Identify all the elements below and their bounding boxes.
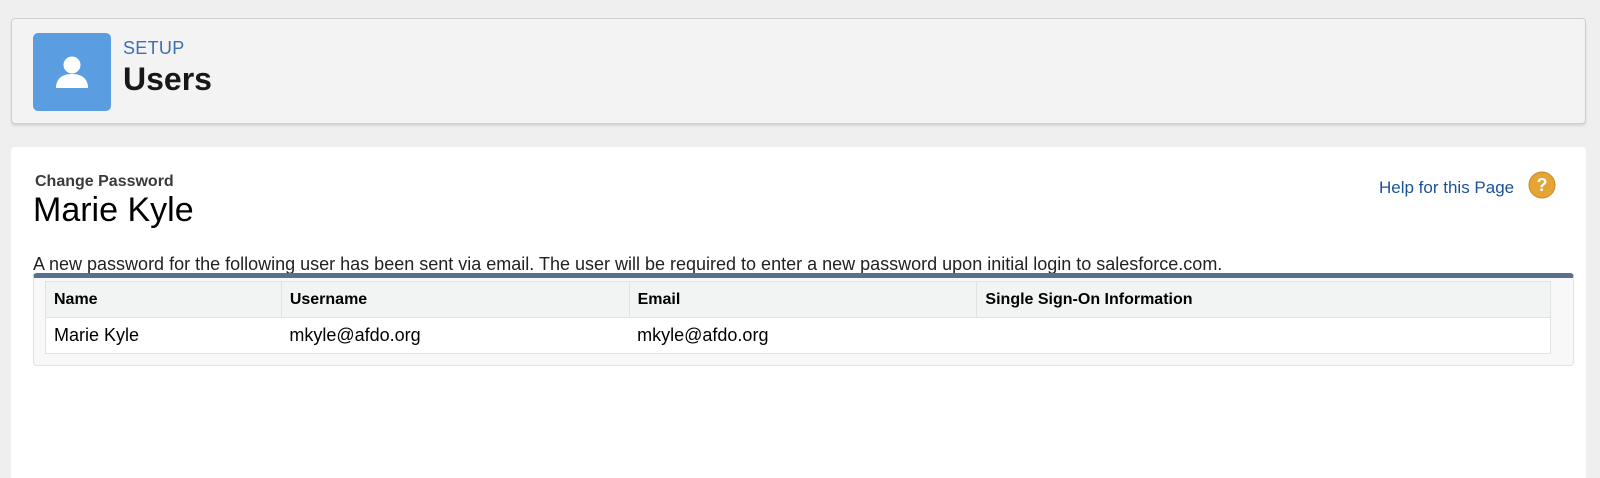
cell-sso xyxy=(976,317,1551,354)
cell-email: mkyle@afdo.org xyxy=(629,317,977,354)
table-header-row: Name Username Email Single Sign-On Infor… xyxy=(45,281,1551,318)
page-title: Users xyxy=(123,61,212,97)
column-header-email: Email xyxy=(628,281,978,318)
cell-username: mkyle@afdo.org xyxy=(281,317,630,354)
column-header-sso: Single Sign-On Information xyxy=(976,281,1551,318)
confirmation-message: A new password for the following user ha… xyxy=(33,254,1223,274)
main-content: Change Password Marie Kyle Help for this… xyxy=(11,147,1586,478)
header-eyebrow: SETUP xyxy=(123,38,185,58)
user-name-heading: Marie Kyle xyxy=(33,191,194,229)
users-table: Name Username Email Single Sign-On Infor… xyxy=(45,281,1551,354)
svg-text:?: ? xyxy=(1537,175,1548,195)
column-header-name: Name xyxy=(45,281,282,318)
page: SETUP Users Change Password Marie Kyle H… xyxy=(0,0,1600,478)
cell-name: Marie Kyle xyxy=(45,317,282,354)
page-header: SETUP Users xyxy=(11,18,1586,124)
user-icon xyxy=(33,33,111,111)
user-list-block: Name Username Email Single Sign-On Infor… xyxy=(33,273,1574,366)
column-header-username: Username xyxy=(280,281,630,318)
table-row: Marie Kyle mkyle@afdo.org mkyle@afdo.org xyxy=(45,317,1551,354)
page-subtitle: Change Password xyxy=(35,173,174,190)
help-icon[interactable]: ? xyxy=(1528,171,1556,199)
help-link[interactable]: Help for this Page xyxy=(1379,178,1514,198)
